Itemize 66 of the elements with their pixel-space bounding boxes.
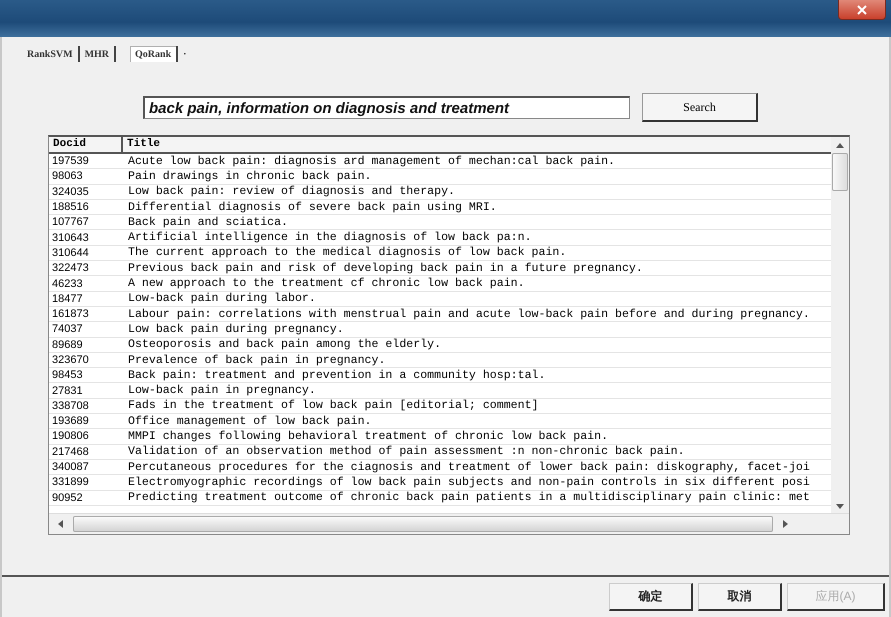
table-cell-text: Acute low back pain: diagnosis ard management of mechan:cal back pain. — [127, 154, 616, 168]
table-cell-text: Pain drawings in chronic back pain. — [127, 170, 372, 183]
table-cell-text: 323670 — [51, 354, 90, 366]
scroll-right-icon — [783, 520, 789, 528]
table-cell-text: 338708 — [51, 400, 90, 412]
dialog-button[interactable]: 取消 — [698, 583, 782, 611]
scroll-down-icon — [836, 504, 844, 510]
scroll-thumb[interactable] — [832, 153, 848, 191]
table-cell-text: Labour pain: correlations with menstrual pain and acute low-back pain before and during pregnancy. — [127, 308, 810, 321]
tab[interactable]: MHR — [80, 46, 116, 62]
table-cell-text: 74037 — [51, 323, 84, 336]
close-icon — [857, 4, 867, 14]
close-button[interactable] — [838, 0, 886, 20]
table-cell-text: Fads in the treatment of low back pain [editorial; comment] — [127, 399, 538, 412]
table-cell-text: 46233 — [51, 278, 84, 290]
tab[interactable]: RankSVM — [22, 46, 80, 62]
table-cell-text: 193689 — [51, 415, 90, 428]
table-cell-text: 107767 — [51, 216, 90, 228]
table-cell-text: 197539 — [51, 155, 90, 168]
table-cell-text: Differential diagnosis of severe back pain using MRI. — [127, 200, 497, 214]
table-cell-text: Prevalence of back pain in pregnancy. — [127, 354, 386, 366]
table-cell-text: 188516 — [51, 201, 90, 214]
table-cell-text: Electromyographic recordings of low back pain subjects and non-pain controls in six different posi — [127, 476, 810, 489]
table-cell-text: 98063 — [51, 170, 84, 182]
table-cell-text: 310643 — [51, 232, 90, 244]
table-cell-text: Osteoporosis and back pain among the elderly. — [127, 338, 442, 352]
table-cell-text: Back pain: treatment and prevention in a community hosp:tal. — [127, 368, 546, 382]
table-cell-text: 322473 — [51, 262, 90, 274]
scroll-thumb[interactable] — [73, 516, 773, 532]
table-cell-text: Low back pain: review of diagnosis and therapy. — [127, 185, 455, 198]
table-cell-text: Predicting treatment outcome of chronic back pain patients in a multidisciplinary pain clinic: met — [127, 491, 810, 504]
table-cell-text: 310644 — [51, 246, 90, 259]
search-button[interactable]: Search — [642, 93, 758, 122]
table-cell-text: A new approach to the treatment cf chronic low back pain. — [127, 277, 525, 290]
table-cell-text: 324035 — [51, 186, 90, 198]
table-cell-text: Artificial intelligence in the diagnosis of low back pa:n. — [127, 231, 532, 244]
table-cell-text: 98453 — [51, 369, 84, 382]
table-cell-text: Low back pain during pregnancy. — [127, 322, 344, 336]
tab[interactable]: · — [178, 46, 192, 62]
table-cell-text: Office management of low back pain. — [127, 414, 372, 428]
dialog-button[interactable]: 确定 — [609, 583, 693, 611]
scroll-left-icon — [57, 520, 63, 528]
search-field[interactable]: back pain, information on diagnosis and treatment — [143, 96, 630, 119]
table-cell-text: MMPI changes following behavioral treatment of chronic low back pain. — [127, 430, 608, 443]
table-cell-text: Low-back pain during labor. — [127, 292, 316, 306]
vertical-scrollbar[interactable] — [831, 137, 849, 513]
table-cell-text: 161873 — [51, 308, 90, 320]
scroll-up-icon — [836, 142, 844, 148]
table-cell-text: Back pain and sciatica. — [127, 216, 288, 229]
table-cell-text: The current approach to the medical diagnosis of low back pain. — [127, 246, 566, 260]
table-cell-text: 331899 — [51, 476, 90, 488]
table-cell-text: 90952 — [51, 492, 84, 504]
table-cell-text: 217468 — [51, 446, 90, 458]
table-cell-text: Previous back pain and risk of developing back pain in a future pregnancy. — [127, 262, 643, 275]
table-cell-text: 190806 — [51, 430, 90, 442]
column-header[interactable]: Docid — [49, 137, 123, 152]
table-cell-text: Percutaneous procedures for the ciagnosis and treatment of lower back pain: diskography, facet-joi — [127, 460, 810, 474]
tab[interactable]: QoRank — [130, 46, 178, 62]
table-cell-text: Low-back pain in pregnancy. — [127, 384, 316, 398]
horizontal-scrollbar[interactable] — [49, 513, 849, 534]
table-cell-text: 89689 — [51, 338, 84, 351]
table-cell-text: 27831 — [51, 384, 84, 397]
column-header[interactable]: Title — [123, 137, 160, 152]
table-cell-text: 340087 — [51, 461, 90, 474]
table-cell-text: Validation of an observation method of pain assessment :n non-chronic back pain. — [127, 445, 685, 458]
table-cell-text: 18477 — [51, 292, 84, 305]
